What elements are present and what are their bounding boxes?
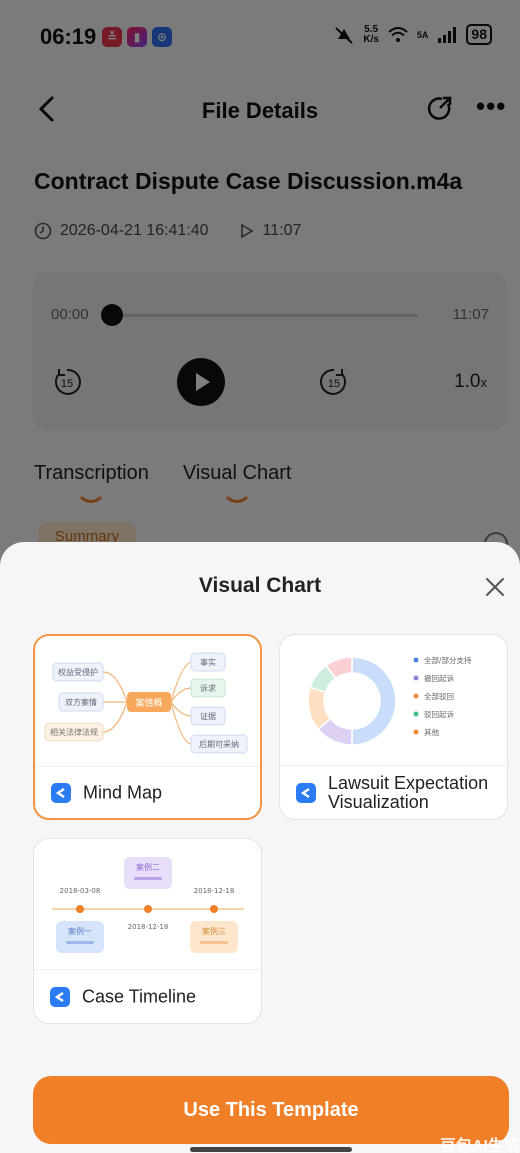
legend-label: 其他: [424, 727, 439, 737]
home-indicator[interactable]: [190, 1147, 352, 1152]
svg-text:2018-03-08: 2018-03-08: [60, 887, 101, 895]
visual-chart-sheet: Visual Chart 案情概 权益受侵护 双方案情 相关法律法规 事实 诉求…: [0, 542, 520, 1153]
mind-map-center-label: 案情概: [135, 697, 162, 709]
mind-map-node: 事实: [200, 657, 216, 667]
close-icon[interactable]: [484, 576, 506, 598]
legend-dot: [413, 657, 419, 663]
svg-text:案例二: 案例二: [136, 862, 160, 872]
mind-map-node: 双方案情: [65, 697, 97, 707]
timeline-diagram: 案例二 2018-12-18 2018-03-08 案例一 2018-12-18: [52, 857, 244, 953]
svg-text:2018-12-18: 2018-12-18: [128, 923, 169, 931]
mind-map-node: 后期可采纳: [199, 739, 239, 749]
ai-watermark: 豆包AI生成: [440, 1138, 520, 1153]
timeline-event: 案例二 2018-12-18: [124, 857, 172, 931]
mind-map-diagram: 案情概 权益受侵护 双方案情 相关法律法规 事实 诉求 证据 后期可采纳: [44, 652, 248, 754]
use-template-button[interactable]: Use This Template: [33, 1076, 509, 1144]
template-card-footer: Mind Map: [35, 766, 260, 818]
donut-slice: [351, 656, 397, 746]
donut-preview: 全部/部分支持 撤回起诉全部驳回驳回起诉其他: [280, 635, 507, 765]
timeline-preview: 案例二 2018-12-18 2018-03-08 案例一 2018-12-18: [34, 839, 261, 969]
mind-map-preview: 案情概 权益受侵护 双方案情 相关法律法规 事实 诉求 证据 后期可采纳: [35, 636, 260, 766]
legend-label: 全部/部分支持: [424, 655, 472, 665]
donut-chart: 全部/部分支持撤回起诉全部驳回驳回起诉其他: [307, 655, 472, 746]
template-app-icon: [296, 782, 316, 803]
template-label: Mind Map: [83, 782, 163, 802]
timeline-event: 2018-12-18 案例三: [190, 887, 238, 953]
template-app-icon: [50, 986, 70, 1007]
mind-map-node: 相关法律法规: [50, 727, 98, 737]
mind-map-node: 诉求: [200, 683, 216, 693]
legend-dot: [413, 675, 419, 681]
template-label: Case Timeline: [82, 986, 197, 1006]
timeline-event: 2018-03-08 案例一: [56, 887, 104, 953]
template-label: Lawsuit Expectation Visualization: [328, 772, 489, 812]
template-app-icon: [51, 782, 71, 803]
sheet-title: Visual Chart: [198, 574, 322, 597]
legend-dot: [413, 693, 419, 699]
legend-label: 撤回起诉: [424, 673, 454, 683]
legend-label: 全部驳回: [424, 691, 454, 701]
svg-text:案例三: 案例三: [202, 926, 226, 936]
legend-dot: [413, 729, 419, 735]
svg-text:案例一: 案例一: [68, 926, 92, 936]
template-card-case-timeline[interactable]: 案例二 2018-12-18 2018-03-08 案例一 2018-12-18: [33, 838, 262, 1024]
template-card-footer: Case Timeline: [34, 969, 261, 1023]
template-card-mind-map[interactable]: 案情概 权益受侵护 双方案情 相关法律法规 事实 诉求 证据 后期可采纳 Min…: [33, 634, 262, 820]
mind-map-node: 权益受侵护: [58, 667, 98, 677]
svg-text:2018-12-18: 2018-12-18: [194, 887, 235, 895]
template-card-lawsuit-expectation[interactable]: 全部/部分支持 撤回起诉全部驳回驳回起诉其他 Lawsuit Expectatio…: [279, 634, 508, 820]
mind-map-node: 证据: [200, 711, 216, 721]
legend-label: 驳回起诉: [424, 709, 454, 719]
template-card-footer: Lawsuit Expectation Visualization: [280, 765, 507, 819]
legend-dot: [413, 711, 419, 717]
